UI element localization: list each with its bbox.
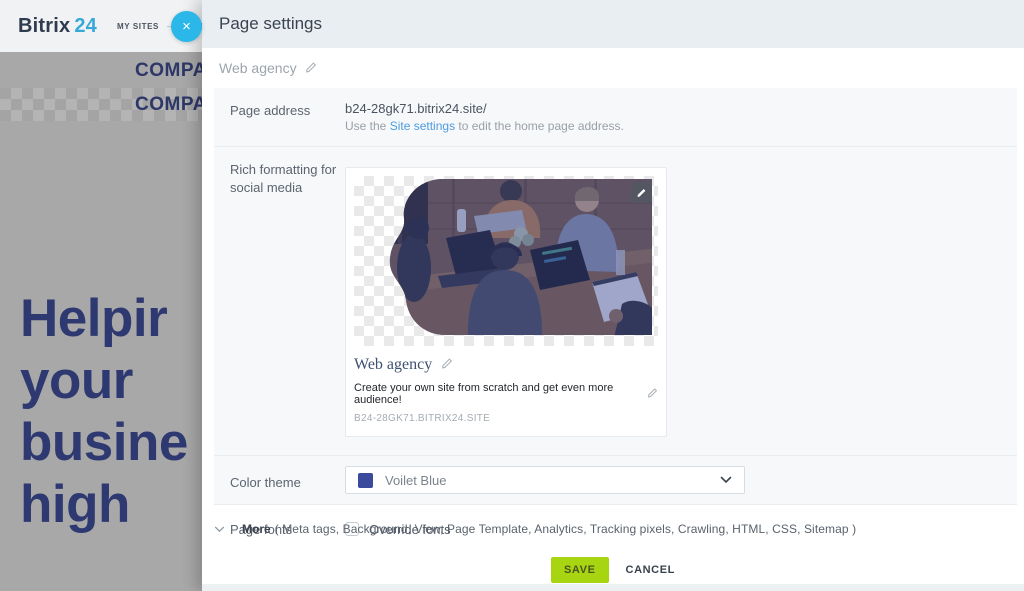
card-title: Web agency (354, 356, 432, 374)
hint-suffix: to edit the home page address. (455, 119, 624, 133)
edit-card-title-icon[interactable] (441, 356, 453, 374)
more-items-text: ( Meta tags, Background, View, Page Temp… (275, 522, 857, 536)
team-photo-illustration (354, 176, 658, 346)
hero-line: Helpir (20, 289, 167, 348)
more-toggle[interactable]: More (214, 522, 271, 536)
theme-name: Voilet Blue (385, 473, 720, 488)
pencil-icon (636, 187, 647, 198)
page-address-row: Page address b24-28gk71.bitrix24.site/ U… (214, 88, 1017, 147)
close-icon: × (182, 18, 191, 35)
color-theme-label: Color theme (230, 466, 345, 494)
hero-line: busine (20, 413, 188, 472)
page-address-value: b24-28gk71.bitrix24.site/ (345, 100, 1003, 118)
site-hero-heading: Helpir your busine high (20, 288, 188, 536)
color-theme-dropdown[interactable]: Voilet Blue (345, 466, 745, 494)
screenshot-root: Bitrix24 MY SITES — WEB A COMPA COMPA He… (0, 0, 1024, 591)
more-label: More (242, 522, 271, 536)
chevron-down-icon (720, 476, 732, 484)
cancel-button[interactable]: CANCEL (626, 564, 675, 576)
settings-form: Page address b24-28gk71.bitrix24.site/ U… (214, 88, 1017, 505)
panel-header: Page settings (202, 0, 1024, 48)
site-settings-link[interactable]: Site settings (390, 119, 455, 133)
page-address-hint: Use the Site settings to edit the home p… (345, 118, 1003, 135)
page-address-label: Page address (230, 100, 345, 134)
hero-line: your (20, 351, 133, 410)
social-preview-card: Web agency Create your own site from scr… (345, 167, 667, 437)
bitrix24-logo[interactable]: Bitrix24 (18, 15, 97, 38)
chevron-down-icon (214, 526, 225, 533)
logo-text: Bitrix (18, 15, 70, 37)
page-name: Web agency (219, 60, 297, 76)
more-section-row: More ( Meta tags, Background, View, Page… (214, 522, 1015, 536)
company-logo-text: COMPA (135, 94, 207, 116)
page-title: Page settings (219, 14, 322, 34)
logo-accent: 24 (74, 15, 97, 37)
card-domain: B24-28GK71.BITRIX24.SITE (354, 413, 658, 424)
rich-formatting-row: Rich formatting for social media (214, 147, 1017, 456)
save-button[interactable]: SAVE (551, 557, 609, 583)
theme-color-swatch (358, 473, 373, 488)
edit-card-description-icon[interactable] (647, 385, 658, 403)
hero-line: high (20, 475, 130, 534)
panel-bottom-strip (202, 584, 1024, 591)
hint-prefix: Use the (345, 119, 390, 133)
card-description: Create your own site from scratch and ge… (354, 382, 637, 406)
page-settings-panel: Page settings Web agency Page address b2… (202, 0, 1024, 591)
panel-footer: SAVE CANCEL (202, 557, 1024, 583)
rich-formatting-label: Rich formatting for social media (230, 159, 345, 437)
close-panel-button[interactable]: × (171, 11, 202, 42)
social-preview-image (354, 176, 658, 346)
company-logo-text: COMPA (135, 60, 207, 82)
color-theme-row: Color theme Voilet Blue (214, 456, 1017, 505)
edit-page-name-icon[interactable] (305, 60, 317, 76)
breadcrumb-my-sites[interactable]: MY SITES (117, 22, 159, 31)
page-name-row: Web agency (202, 48, 1024, 88)
edit-image-button[interactable] (631, 182, 652, 203)
